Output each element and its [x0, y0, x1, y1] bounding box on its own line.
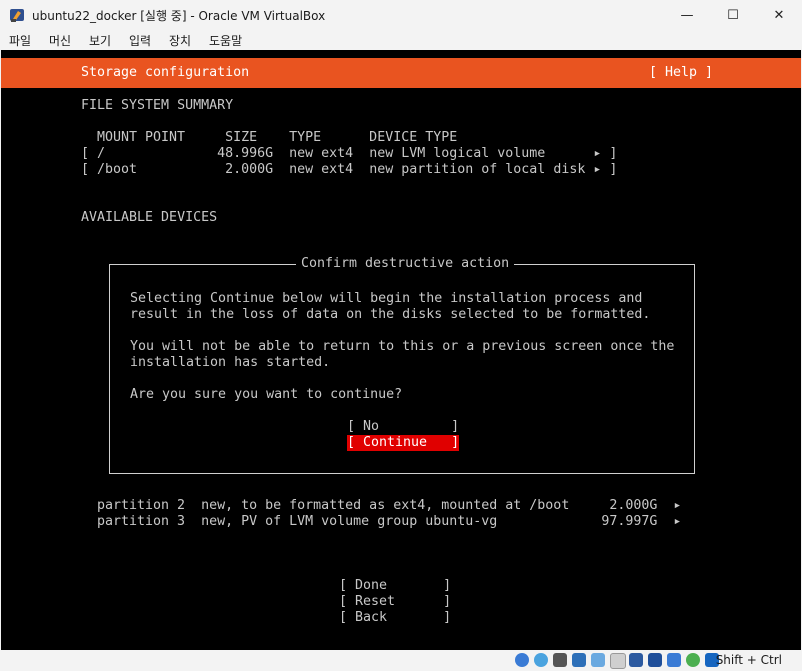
- dialog-text-line: installation has started.: [130, 355, 331, 370]
- fs-summary-columns: MOUNT POINT SIZE TYPE DEVICE TYPE: [97, 130, 458, 145]
- fs-row-boot[interactable]: [ /boot 2.000G new ext4 new partition of…: [81, 162, 617, 178]
- menu-devices[interactable]: 장치: [169, 32, 191, 49]
- screen-title: Storage configuration: [81, 65, 250, 80]
- dialog-question: Are you sure you want to continue?: [130, 387, 403, 402]
- confirm-dialog: Confirm destructive action Selecting Con…: [109, 256, 695, 474]
- optical-drive-icon[interactable]: [534, 653, 548, 667]
- hard-disk-icon[interactable]: [515, 653, 529, 667]
- virtualbox-app-icon: [10, 9, 24, 22]
- cpu-icon[interactable]: [686, 653, 700, 667]
- fs-row-root[interactable]: [ / 48.996G new ext4 new LVM logical vol…: [81, 146, 617, 162]
- status-bar: Shift + Ctrl: [0, 650, 802, 671]
- done-button[interactable]: [ Done ]: [339, 578, 451, 594]
- host-key-label: Shift + Ctrl: [715, 653, 782, 667]
- back-button[interactable]: [ Back ]: [339, 610, 451, 626]
- menu-machine[interactable]: 머신: [49, 32, 71, 49]
- available-devices-heading: AVAILABLE DEVICES: [81, 210, 218, 225]
- installer-header: Storage configuration [ Help ]: [1, 58, 801, 88]
- usb-icon[interactable]: [591, 653, 605, 667]
- fs-summary-heading: FILE SYSTEM SUMMARY: [81, 98, 234, 113]
- screen-capture-icon[interactable]: [648, 653, 662, 667]
- no-button[interactable]: [ No ]: [347, 419, 459, 435]
- display-icon[interactable]: [629, 653, 643, 667]
- network-icon[interactable]: [572, 653, 586, 667]
- help-button[interactable]: [ Help ]: [649, 65, 713, 81]
- window-title: ubuntu22_docker [실행 중] - Oracle VM Virtu…: [32, 9, 326, 23]
- shared-folder-icon[interactable]: [610, 653, 626, 669]
- menu-help[interactable]: 도움말: [209, 32, 242, 49]
- menu-input[interactable]: 입력: [129, 32, 151, 49]
- vm-screen[interactable]: Storage configuration [ Help ] FILE SYST…: [1, 50, 801, 650]
- close-button[interactable]: ✕: [756, 0, 802, 30]
- partition-row[interactable]: partition 2 new, to be formatted as ext4…: [97, 498, 681, 514]
- maximize-button[interactable]: ☐: [710, 0, 756, 30]
- title-bar: ubuntu22_docker [실행 중] - Oracle VM Virtu…: [0, 0, 802, 30]
- partition-row[interactable]: partition 3 new, PV of LVM volume group …: [97, 514, 681, 530]
- dialog-text-line: Selecting Continue below will begin the …: [130, 291, 643, 306]
- menu-file[interactable]: 파일: [9, 32, 31, 49]
- continue-button[interactable]: [ Continue ]: [347, 435, 460, 451]
- dialog-title: Confirm destructive action: [296, 256, 515, 272]
- recording-icon[interactable]: [667, 653, 681, 667]
- audio-icon[interactable]: [553, 653, 567, 667]
- reset-button[interactable]: [ Reset ]: [339, 594, 451, 610]
- menu-bar: 파일 머신 보기 입력 장치 도움말: [0, 30, 802, 50]
- dialog-text-line: You will not be able to return to this o…: [130, 339, 675, 354]
- menu-view[interactable]: 보기: [89, 32, 111, 49]
- dialog-text-line: result in the loss of data on the disks …: [130, 307, 651, 322]
- minimize-button[interactable]: —: [664, 0, 710, 30]
